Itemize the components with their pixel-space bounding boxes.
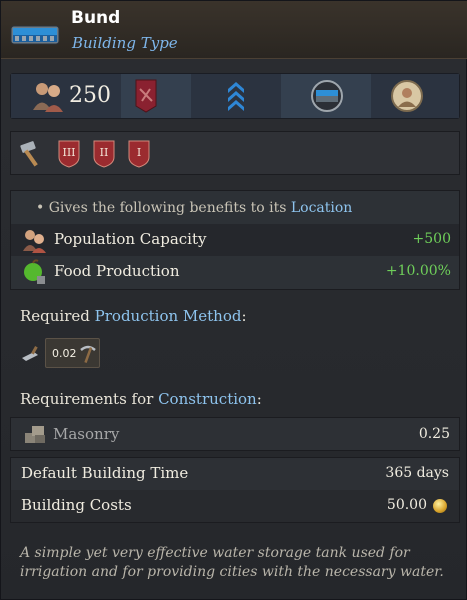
tier-label-3: III bbox=[62, 146, 76, 159]
tier-label-1: I bbox=[136, 146, 142, 159]
building-costs-value: 50.00 bbox=[386, 497, 427, 513]
benefit-label: Population Capacity bbox=[54, 230, 207, 248]
building-description: A simple yet very effective water storag… bbox=[20, 545, 444, 580]
building-time-value: 365 days bbox=[385, 465, 449, 481]
population-value: 250 bbox=[69, 83, 111, 108]
production-method-row: 0.02 bbox=[10, 336, 460, 372]
rank-cell[interactable] bbox=[191, 74, 281, 118]
population-cell[interactable]: 250 bbox=[11, 74, 121, 118]
bund-cell[interactable] bbox=[281, 74, 371, 118]
food-production-icon bbox=[24, 259, 45, 284]
requirement-value: 0.25 bbox=[418, 426, 450, 442]
trowel-icon[interactable] bbox=[20, 344, 42, 364]
construction-heading-suffix: : bbox=[256, 390, 262, 408]
construction-heading: Requirements for Construction: bbox=[20, 390, 262, 408]
benefits-intro-text: • Gives the following benefits to its bbox=[36, 200, 291, 216]
production-heading-prefix: Required bbox=[20, 307, 95, 325]
production-heading-suffix: : bbox=[241, 307, 247, 325]
construction-link[interactable]: Construction bbox=[158, 390, 257, 408]
building-time-row: Default Building Time 365 days bbox=[11, 458, 459, 490]
building-costs-row: Building Costs 50.00 bbox=[11, 490, 459, 522]
portrait-cell[interactable] bbox=[371, 74, 459, 118]
building-summary-bar: 250 bbox=[10, 73, 460, 119]
building-title: Bund bbox=[71, 8, 121, 28]
building-time-label: Default Building Time bbox=[21, 464, 189, 482]
gold-coin-icon bbox=[433, 499, 447, 513]
building-tooltip-panel: Bund Building Type 250 III II I • Gives … bbox=[0, 0, 467, 600]
population-capacity-icon bbox=[23, 230, 46, 253]
bund-building-icon bbox=[10, 25, 60, 45]
method-value: 0.02 bbox=[52, 347, 77, 360]
benefit-row-food: Food Production +10.00% bbox=[11, 256, 459, 288]
banner-icon bbox=[135, 79, 157, 113]
benefit-value: +10.00% bbox=[385, 263, 451, 279]
rank-chevrons-icon bbox=[228, 82, 244, 111]
production-method-link[interactable]: Production Method bbox=[95, 307, 242, 325]
bund-icon bbox=[311, 80, 343, 112]
pickaxe-icon bbox=[80, 345, 96, 364]
building-type-label: Building Type bbox=[72, 34, 178, 52]
benefits-section: • Gives the following benefits to its Lo… bbox=[10, 190, 460, 290]
masonry-icon bbox=[25, 426, 45, 443]
benefit-value: +500 bbox=[412, 231, 451, 247]
building-costs-label: Building Costs bbox=[21, 496, 132, 514]
banner-cell[interactable] bbox=[121, 74, 191, 118]
benefit-label: Food Production bbox=[54, 262, 180, 280]
hammer-icon[interactable] bbox=[18, 140, 46, 168]
production-method-heading: Required Production Method: bbox=[20, 307, 247, 325]
construction-heading-prefix: Requirements for bbox=[20, 390, 159, 408]
tooltip-header: Bund Building Type bbox=[1, 1, 467, 59]
population-icon bbox=[33, 83, 63, 112]
tier-row: III II I bbox=[10, 131, 460, 175]
production-method-slot[interactable]: 0.02 bbox=[45, 338, 100, 368]
requirement-label: Masonry bbox=[53, 425, 120, 443]
location-link[interactable]: Location bbox=[291, 200, 352, 216]
requirement-row-masonry[interactable]: Masonry 0.25 bbox=[10, 417, 460, 451]
benefits-intro: • Gives the following benefits to its Lo… bbox=[36, 200, 352, 216]
portrait-icon bbox=[391, 80, 423, 112]
tier-label-2: II bbox=[99, 146, 109, 159]
benefit-row-population: Population Capacity +500 bbox=[11, 224, 459, 256]
construction-costs: Default Building Time 365 days Building … bbox=[10, 457, 460, 523]
